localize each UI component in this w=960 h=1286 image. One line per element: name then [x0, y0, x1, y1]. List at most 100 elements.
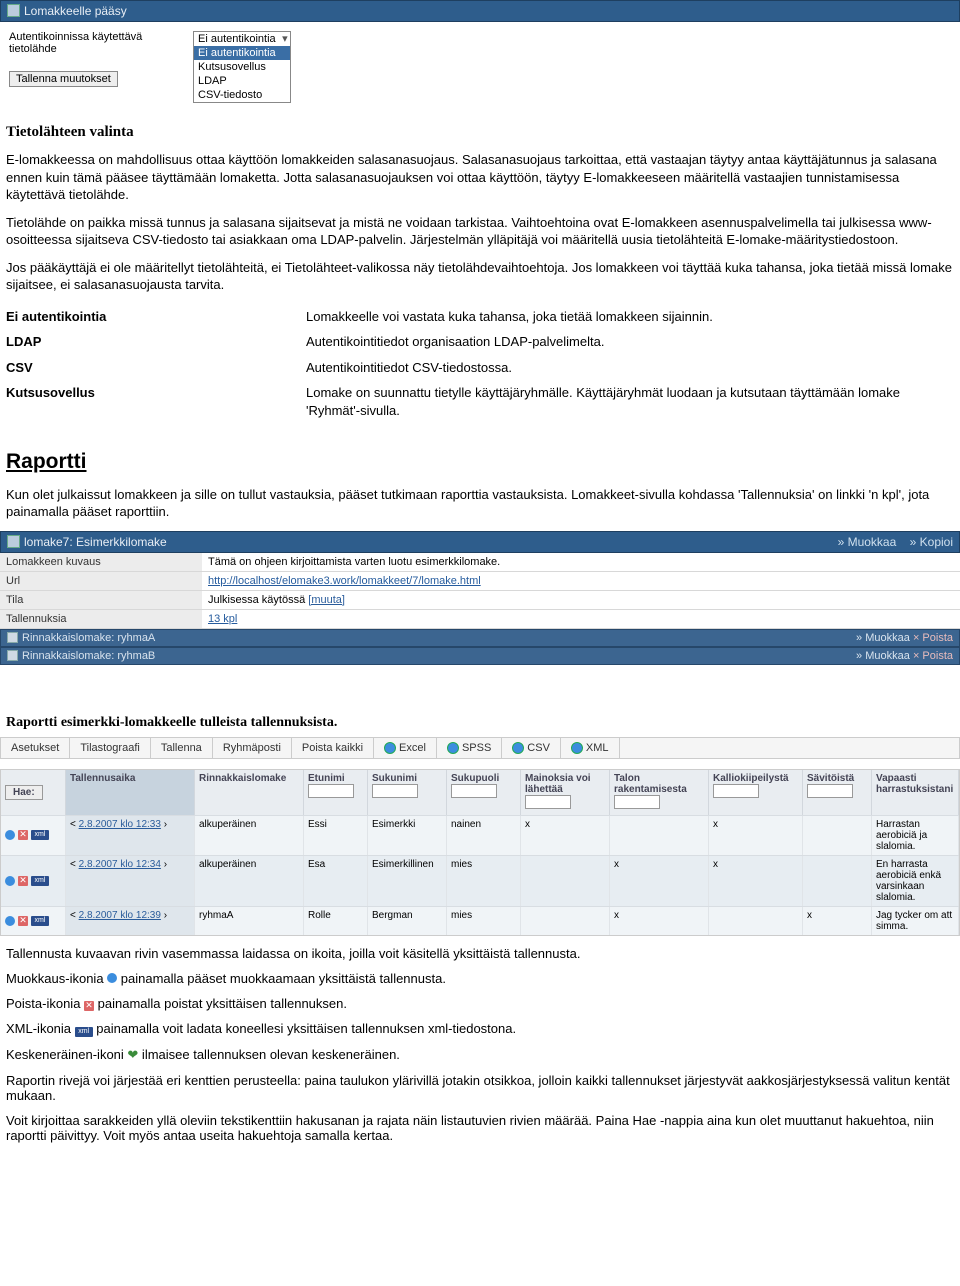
col-header[interactable]: Mainoksia voi lähettää — [521, 770, 610, 815]
change-link[interactable]: [muuta] — [308, 594, 345, 606]
table-row: Urlhttp://localhost/elomake3.work/lomakk… — [0, 571, 960, 590]
delete-icon[interactable]: ✕ — [18, 876, 28, 886]
def-term: CSV — [6, 355, 306, 377]
collapse-icon[interactable] — [7, 4, 20, 17]
url-link[interactable]: http://localhost/elomake3.work/lomakkeet… — [208, 575, 481, 587]
paragraph: Tietolähde on paikka missä tunnus ja sal… — [6, 214, 954, 249]
toolbar-item[interactable]: Asetukset — [1, 738, 70, 758]
def-value: Lomakkeelle voi vastata kuka tahansa, jo… — [306, 304, 954, 326]
expand-icon[interactable] — [7, 650, 18, 661]
panel-title: Lomakkeelle pääsy — [24, 4, 127, 18]
cell: mies — [447, 856, 521, 906]
expand-icon[interactable] — [7, 632, 18, 643]
edit-link[interactable]: » Muokkaa — [856, 650, 910, 662]
raportti-heading: Raportti — [6, 450, 954, 474]
table-row: ✕xml < 2.8.2007 klo 12:34 › alkuperäinen… — [1, 855, 959, 906]
export-spss[interactable]: SPSS — [437, 738, 502, 758]
auth-dropdown[interactable]: Ei autentikointia Ei autentikointia Kuts… — [193, 31, 291, 103]
delete-icon[interactable]: ✕ — [18, 916, 28, 926]
col-header[interactable]: Sukupuoli — [447, 770, 521, 815]
filter-input[interactable] — [308, 784, 354, 798]
col-header[interactable]: Kalliokiipeilystä — [709, 770, 803, 815]
export-icon — [384, 742, 396, 754]
count-link[interactable]: 13 kpl — [208, 613, 237, 625]
paragraph: Tallennusta kuvaavan rivin vasemmassa la… — [6, 946, 954, 961]
toolbar-item[interactable]: Tilastograafi — [70, 738, 151, 758]
form-title: lomake7: Esimerkkilomake — [24, 535, 167, 549]
filter-input[interactable] — [614, 795, 660, 809]
edit-link[interactable]: » Muokkaa — [838, 535, 897, 549]
cell — [803, 856, 872, 906]
subform-bar: Rinnakkaislomake: ryhmaA » Muokkaa × Poi… — [0, 629, 960, 647]
toolbar-item[interactable]: Tallenna — [151, 738, 213, 758]
cell — [521, 907, 610, 935]
time-link[interactable]: 2.8.2007 klo 12:33 — [79, 819, 161, 830]
cell: alkuperäinen — [195, 856, 304, 906]
toolbar-item[interactable]: Ryhmäposti — [213, 738, 292, 758]
def-term: Ei autentikointia — [6, 304, 306, 326]
filter-input[interactable] — [525, 795, 571, 809]
section-heading: Tietolähteen valinta — [6, 124, 954, 141]
delete-link[interactable]: × Poista — [913, 632, 953, 644]
export-icon — [512, 742, 524, 754]
panel-header: Lomakkeelle pääsy — [0, 0, 960, 22]
xml-icon[interactable]: xml — [31, 876, 49, 886]
filter-input[interactable] — [807, 784, 853, 798]
icon-description: Poista-ikonia ✕ painamalla poistat yksit… — [6, 996, 954, 1011]
dropdown-option[interactable]: LDAP — [194, 74, 290, 88]
export-excel[interactable]: Excel — [374, 738, 437, 758]
export-icon — [447, 742, 459, 754]
col-header[interactable]: Sukunimi — [368, 770, 447, 815]
edit-icon[interactable] — [5, 876, 15, 886]
save-button[interactable]: Tallenna muutokset — [9, 71, 118, 87]
paragraph: Raportin rivejä voi järjestää eri kentti… — [6, 1073, 954, 1103]
search-button[interactable]: Hae: — [5, 785, 43, 800]
cell: Essi — [304, 816, 368, 855]
time-link[interactable]: 2.8.2007 klo 12:39 — [79, 910, 161, 921]
col-header[interactable]: Sävitöistä — [803, 770, 872, 815]
subform-title: Rinnakkaislomake: ryhmaA — [22, 632, 155, 644]
incomplete-icon: ❤ — [127, 1047, 138, 1062]
paragraph: E-lomakkeessa on mahdollisuus ottaa käyt… — [6, 151, 954, 204]
cell: Jag tycker om att simma. — [872, 907, 959, 935]
report-subheading: Raportti esimerkki-lomakkeelle tulleista… — [6, 715, 954, 731]
col-header[interactable]: Vapaasti harrastuksistani — [872, 770, 959, 815]
col-header[interactable]: Etunimi — [304, 770, 368, 815]
cell — [709, 907, 803, 935]
edit-icon[interactable] — [5, 830, 15, 840]
report-grid: Hae: Tallennusaika Rinnakkaislomake Etun… — [0, 769, 960, 936]
export-icon — [571, 742, 583, 754]
col-header[interactable]: Talon rakentamisesta — [610, 770, 709, 815]
filter-input[interactable] — [451, 784, 497, 798]
collapse-icon[interactable] — [7, 535, 20, 548]
toolbar-item[interactable]: Poista kaikki — [292, 738, 374, 758]
cell: x — [521, 816, 610, 855]
time-link[interactable]: 2.8.2007 klo 12:34 — [79, 859, 161, 870]
cell: Rolle — [304, 907, 368, 935]
cell: Esimerkillinen — [368, 856, 447, 906]
col-header[interactable]: Rinnakkaislomake — [195, 770, 304, 815]
def-term: Kutsusovellus — [6, 380, 306, 419]
copy-link[interactable]: » Kopioi — [910, 535, 953, 549]
dropdown-option[interactable]: Ei autentikointia — [194, 46, 290, 60]
col-header[interactable]: Tallennusaika — [66, 770, 195, 815]
filter-input[interactable] — [713, 784, 759, 798]
filter-input[interactable] — [372, 784, 418, 798]
export-xml[interactable]: XML — [561, 738, 620, 758]
export-csv[interactable]: CSV — [502, 738, 561, 758]
delete-link[interactable]: × Poista — [913, 650, 953, 662]
xml-icon[interactable]: xml — [31, 916, 49, 926]
xml-icon[interactable]: xml — [31, 830, 49, 840]
dropdown-selected[interactable]: Ei autentikointia — [194, 32, 290, 46]
table-row: Tallennuksia13 kpl — [0, 609, 960, 628]
cell: Harrastan aerobiciä ja slalomia. — [872, 816, 959, 855]
edit-icon[interactable] — [5, 916, 15, 926]
cell: Esimerkki — [368, 816, 447, 855]
auth-label: Autentikoinnissa käytettävä tietolähde — [9, 31, 142, 55]
def-value: Lomake on suunnattu tietylle käyttäjäryh… — [306, 380, 954, 419]
dropdown-option[interactable]: CSV-tiedosto — [194, 88, 290, 102]
dropdown-option[interactable]: Kutsusovellus — [194, 60, 290, 74]
edit-link[interactable]: » Muokkaa — [856, 632, 910, 644]
delete-icon[interactable]: ✕ — [18, 830, 28, 840]
cell: nainen — [447, 816, 521, 855]
